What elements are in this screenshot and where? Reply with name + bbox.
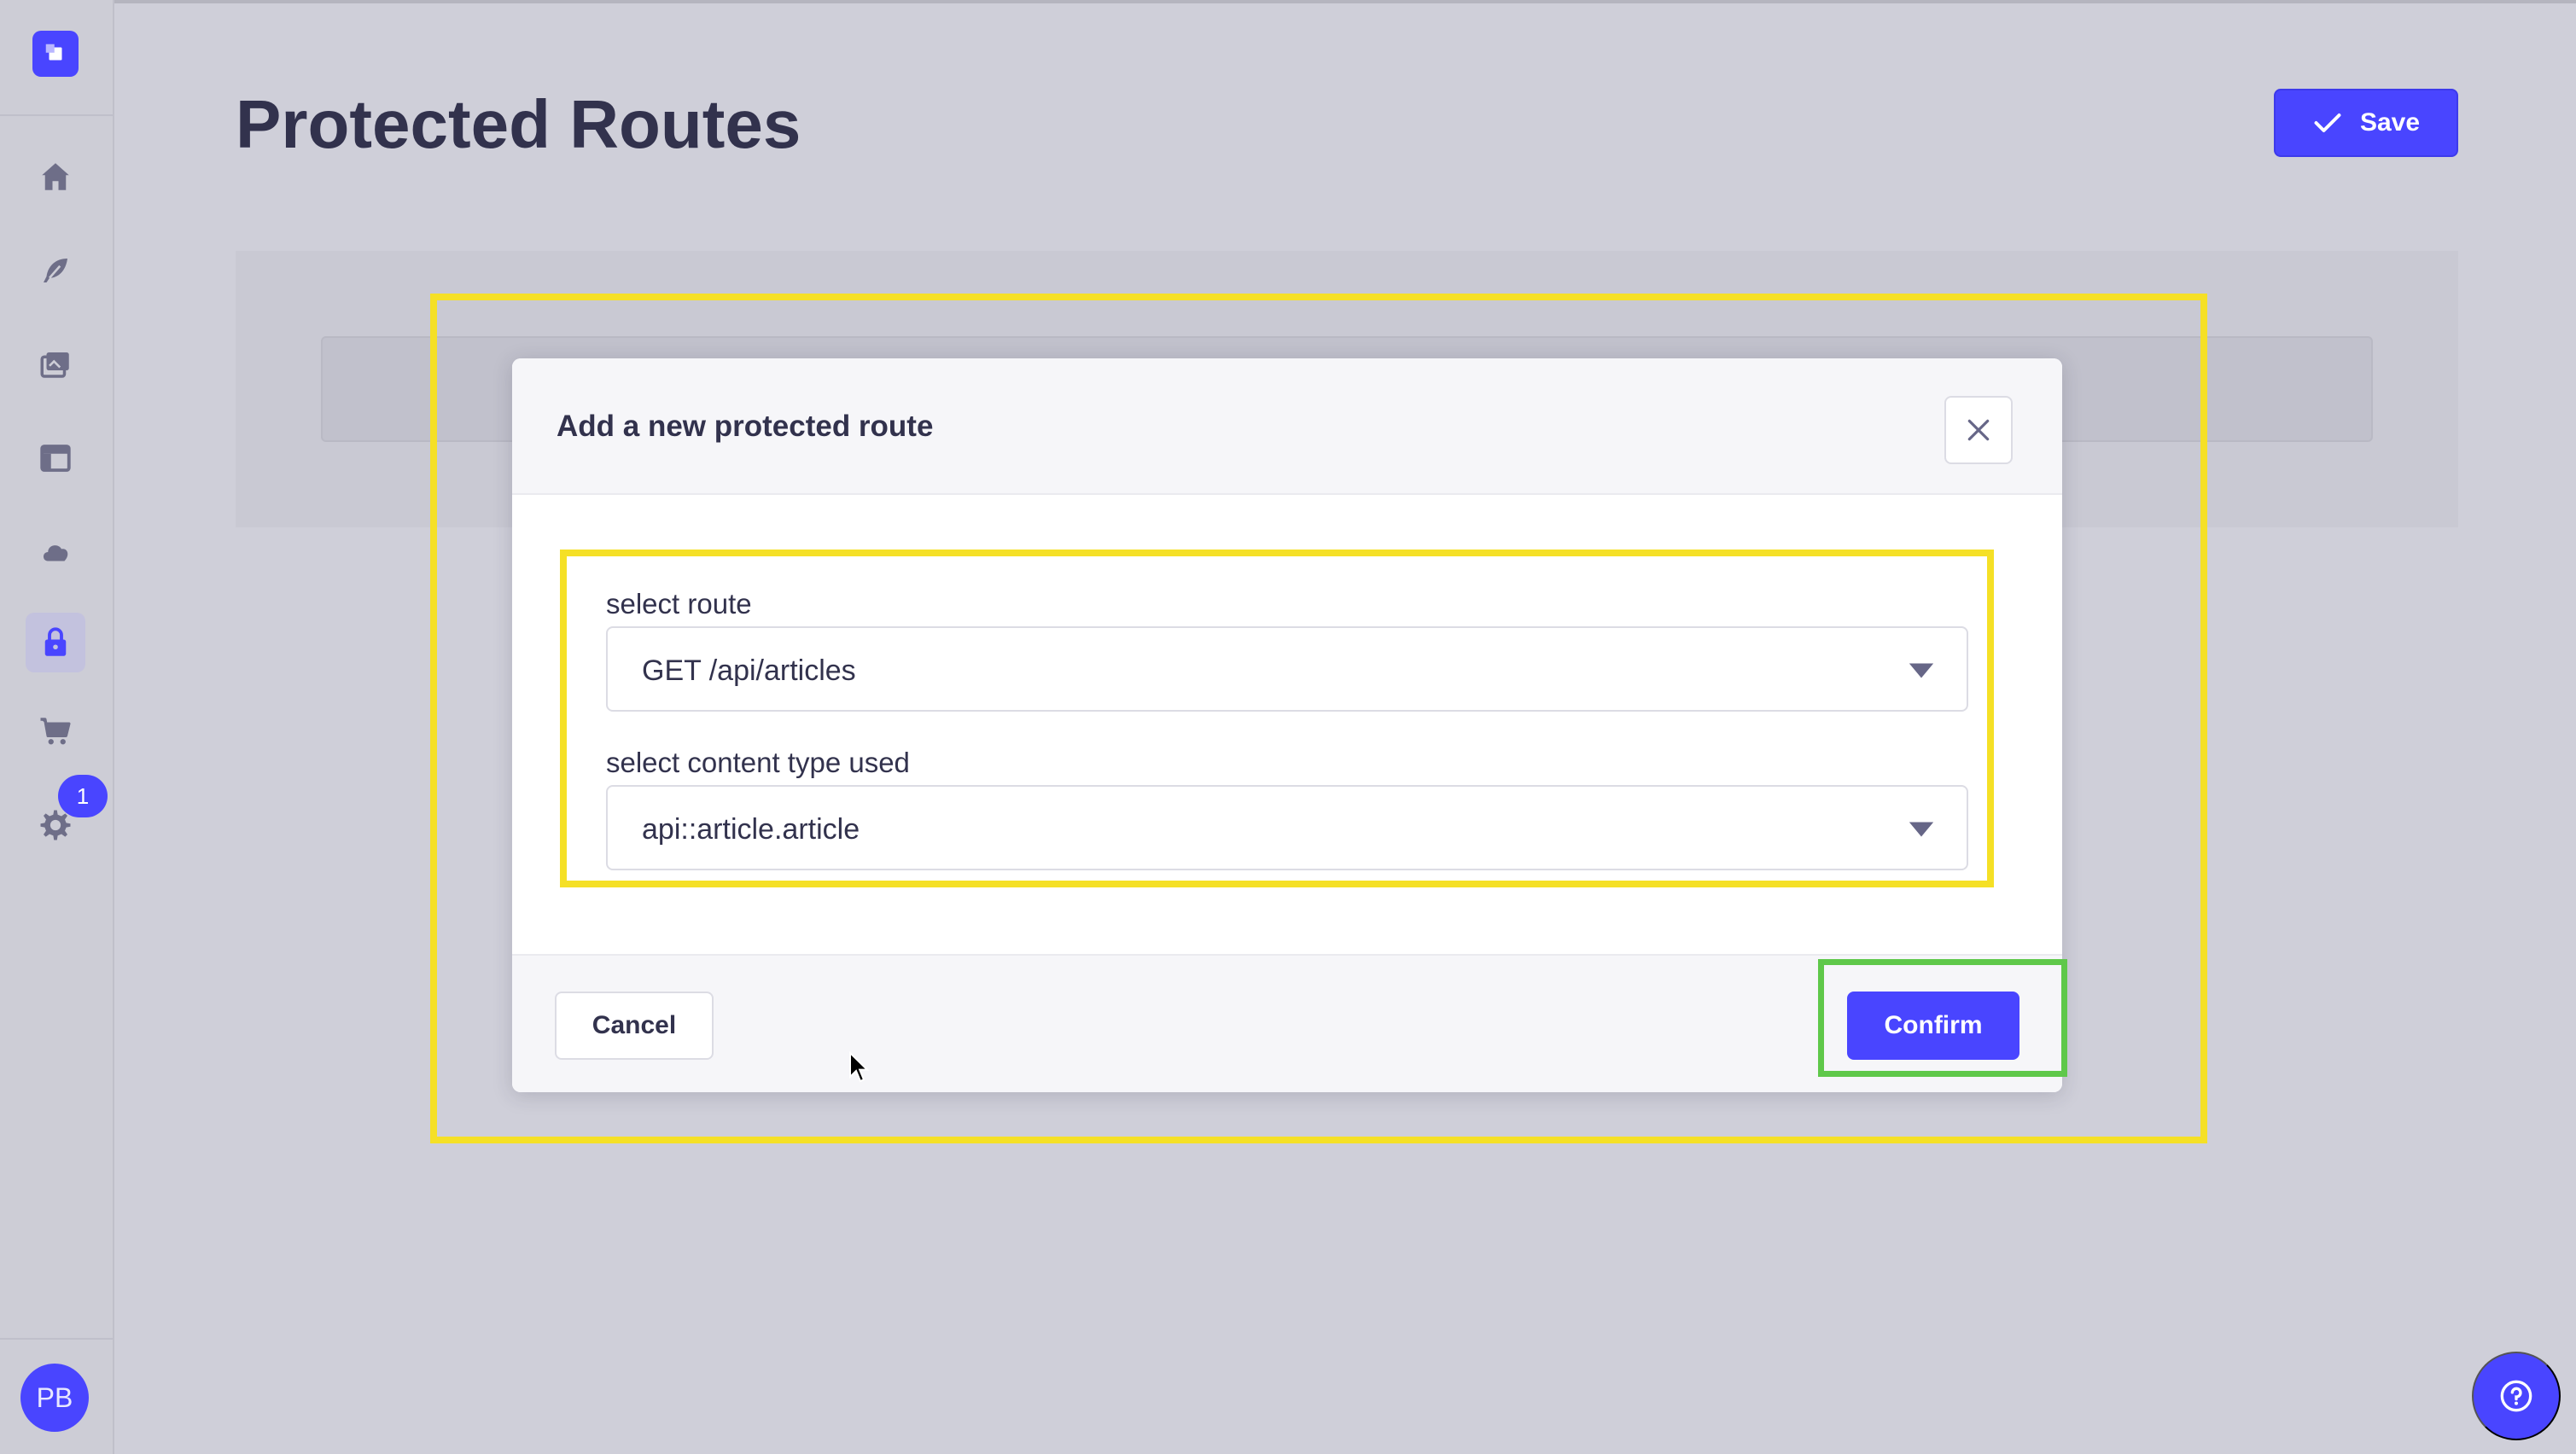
app-logo[interactable]	[32, 31, 79, 77]
sidebar-divider-bottom	[0, 1338, 114, 1340]
help-button[interactable]	[2472, 1352, 2561, 1440]
sidebar: 1 PB	[0, 0, 114, 1454]
feather-icon	[44, 259, 67, 282]
sidebar-item-content-types[interactable]	[26, 241, 85, 300]
check-icon	[2314, 113, 2341, 132]
sidebar-divider	[0, 114, 114, 116]
cart-icon	[40, 718, 71, 745]
cancel-button[interactable]: Cancel	[555, 992, 714, 1060]
sidebar-item-protected-routes[interactable]	[26, 613, 85, 672]
lock-icon	[44, 627, 67, 656]
mouse-cursor-icon	[849, 1051, 869, 1083]
save-button[interactable]: Save	[2274, 89, 2458, 157]
sidebar-item-marketplace[interactable]	[26, 701, 85, 761]
home-icon	[42, 163, 69, 190]
close-icon	[1967, 419, 1990, 441]
sidebar-item-cloud[interactable]	[26, 522, 85, 582]
modal-title: Add a new protected route	[557, 410, 934, 443]
page-title: Protected Routes	[236, 86, 801, 162]
confirm-highlight-box	[1818, 959, 2067, 1077]
help-icon	[2500, 1380, 2532, 1412]
close-button[interactable]	[1944, 396, 2013, 464]
sidebar-item-media-library[interactable]	[26, 334, 85, 394]
save-button-label: Save	[2359, 108, 2421, 137]
user-avatar[interactable]: PB	[20, 1364, 89, 1432]
media-library-icon	[40, 352, 69, 378]
form-fields-highlight-box	[560, 550, 1994, 887]
sidebar-item-home[interactable]	[26, 147, 85, 206]
logo-icon	[45, 44, 62, 61]
sidebar-item-layout[interactable]	[26, 428, 85, 488]
settings-notification-badge: 1	[58, 775, 108, 817]
modal-header: Add a new protected route	[512, 358, 2062, 495]
layout-icon	[40, 445, 71, 472]
cloud-icon	[44, 545, 68, 561]
top-edge	[0, 0, 2576, 3]
